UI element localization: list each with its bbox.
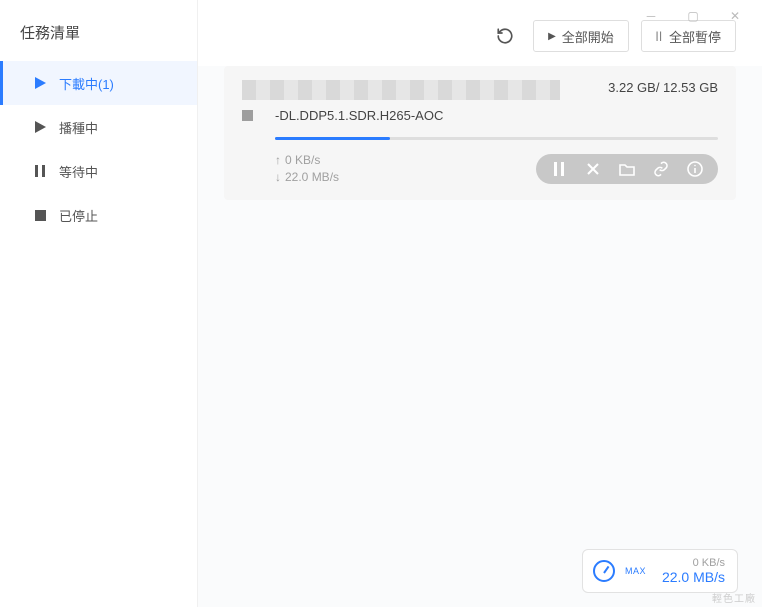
sidebar-item-label: 下載中(1) bbox=[59, 74, 114, 93]
watermark: 輕色工廠 bbox=[712, 590, 756, 605]
cancel-button[interactable] bbox=[576, 154, 610, 184]
task-title-redacted bbox=[242, 80, 560, 100]
speedometer-icon bbox=[593, 560, 615, 582]
play-icon bbox=[33, 77, 47, 89]
window-controls: ─ ▢ ✕ bbox=[630, 4, 756, 28]
pause-icon bbox=[33, 165, 47, 177]
pause-icon: || bbox=[656, 31, 663, 42]
sidebar: 任務清單 下載中(1) 播種中 等待中 已停止 bbox=[0, 0, 198, 607]
sidebar-item-downloading[interactable]: 下載中(1) bbox=[0, 61, 197, 105]
progress-fill bbox=[275, 137, 390, 140]
main-panel: ─ ▢ ✕ ▶ 全部開始 || 全部暫停 3.22 GB/ 12.53 GB bbox=[198, 0, 762, 607]
task-row[interactable]: 3.22 GB/ 12.53 GB -DL.DDP5.1.SDR.H265-AO… bbox=[224, 66, 736, 200]
sidebar-item-label: 等待中 bbox=[59, 162, 98, 181]
pause-button[interactable] bbox=[542, 154, 576, 184]
progress-bar bbox=[275, 137, 718, 140]
button-label: 全部暫停 bbox=[669, 27, 721, 46]
info-button[interactable] bbox=[678, 154, 712, 184]
play-icon: ▶ bbox=[548, 31, 556, 42]
task-checkbox[interactable] bbox=[242, 110, 253, 121]
open-folder-button[interactable] bbox=[610, 154, 644, 184]
close-button[interactable]: ✕ bbox=[714, 4, 756, 28]
task-actions bbox=[536, 154, 718, 184]
download-speed: 22.0 MB/s bbox=[285, 170, 339, 184]
stop-icon bbox=[33, 210, 47, 221]
global-download-speed: 22.0 MB/s bbox=[662, 569, 725, 585]
task-filename: -DL.DDP5.1.SDR.H265-AOC bbox=[275, 108, 443, 123]
upload-arrow-icon: ↑ bbox=[275, 152, 285, 169]
maximize-button[interactable]: ▢ bbox=[672, 4, 714, 28]
upload-speed: 0 KB/s bbox=[285, 153, 320, 167]
task-list: 3.22 GB/ 12.53 GB -DL.DDP5.1.SDR.H265-AO… bbox=[198, 66, 762, 212]
download-arrow-icon: ↓ bbox=[275, 169, 285, 186]
sidebar-item-waiting[interactable]: 等待中 bbox=[0, 149, 197, 193]
task-size: 3.22 GB/ 12.53 GB bbox=[608, 80, 718, 95]
sidebar-item-seeding[interactable]: 播種中 bbox=[0, 105, 197, 149]
button-label: 全部開始 bbox=[562, 27, 614, 46]
sidebar-item-label: 已停止 bbox=[59, 206, 98, 225]
minimize-button[interactable]: ─ bbox=[630, 4, 672, 28]
sidebar-title: 任務清單 bbox=[0, 0, 197, 61]
start-all-button[interactable]: ▶ 全部開始 bbox=[533, 20, 629, 52]
sidebar-item-stopped[interactable]: 已停止 bbox=[0, 193, 197, 237]
global-upload-speed: 0 KB/s bbox=[693, 557, 725, 569]
play-solid-icon bbox=[33, 121, 47, 133]
sidebar-item-label: 播種中 bbox=[59, 118, 98, 137]
refresh-icon[interactable] bbox=[495, 26, 515, 46]
global-speed-widget[interactable]: MAX 0 KB/s 22.0 MB/s bbox=[582, 549, 738, 593]
copy-link-button[interactable] bbox=[644, 154, 678, 184]
task-speeds: ↑0 KB/s ↓22.0 MB/s bbox=[275, 152, 339, 186]
speed-label: MAX bbox=[625, 566, 646, 576]
